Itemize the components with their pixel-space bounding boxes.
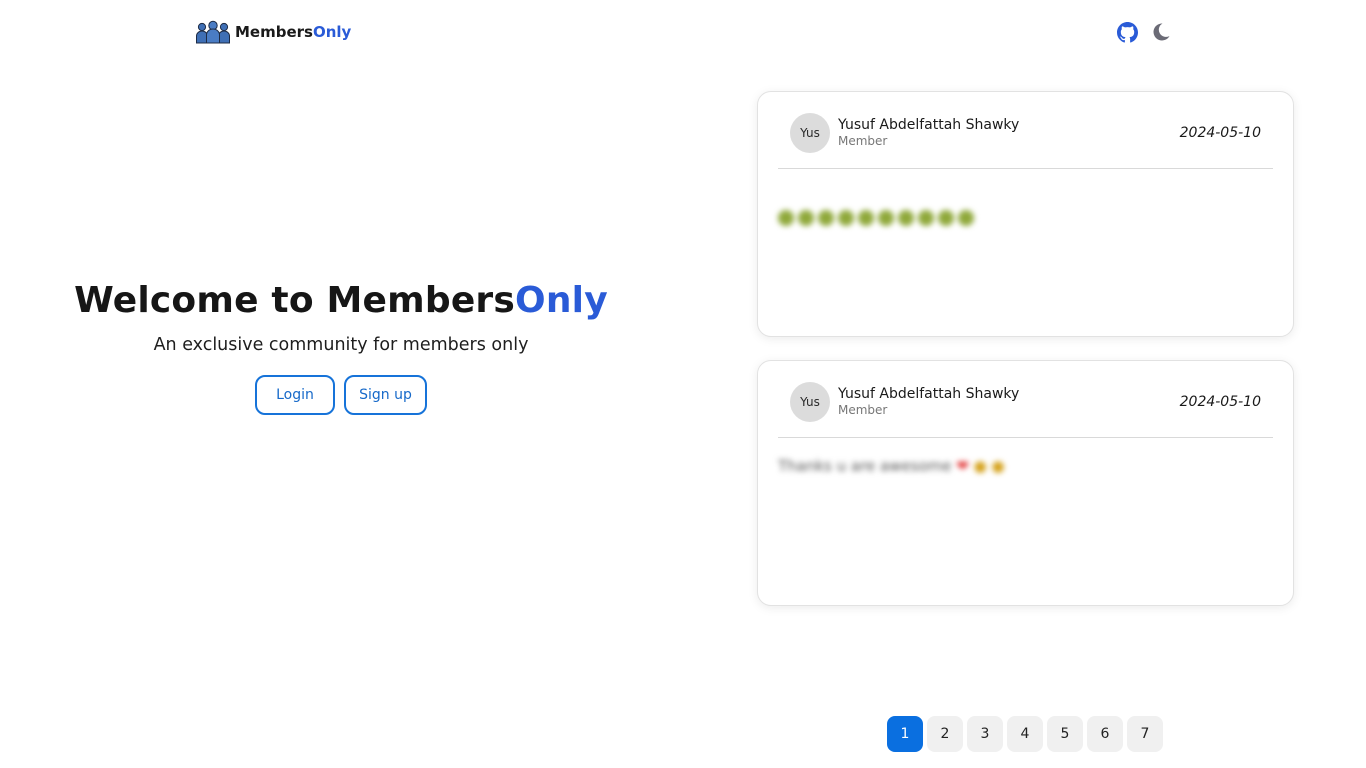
message-card: Yus Yusuf Abdelfattah Shawky Member 2024… (757, 91, 1294, 337)
emoji-icon (938, 210, 954, 226)
auth-actions: Login Sign up (60, 375, 622, 415)
message-date: 2024-05-10 (1179, 394, 1261, 410)
emoji-icon: ● (991, 457, 1005, 475)
signup-button[interactable]: Sign up (344, 375, 427, 415)
author-role: Member (838, 403, 888, 417)
pagination: 1 2 3 4 5 6 7 (887, 716, 1163, 752)
message-header: Yus Yusuf Abdelfattah Shawky Member 2024… (790, 381, 1261, 423)
login-button[interactable]: Login (255, 375, 335, 415)
message-date: 2024-05-10 (1179, 125, 1261, 141)
emoji-icon: ● (973, 457, 987, 475)
page-button-3[interactable]: 3 (967, 716, 1003, 752)
message-body: Thanks u are awesome ❤ ● ● (778, 457, 1005, 475)
github-link[interactable] (1116, 21, 1138, 43)
avatar: Yus (790, 382, 830, 422)
message-card: Yus Yusuf Abdelfattah Shawky Member 2024… (757, 360, 1294, 606)
avatar: Yus (790, 113, 830, 153)
message-text: Thanks u are awesome (778, 457, 952, 475)
page-button-2[interactable]: 2 (927, 716, 963, 752)
people-group-icon (196, 20, 230, 44)
author-name: Yusuf Abdelfattah Shawky (838, 386, 1020, 402)
page-button-5[interactable]: 5 (1047, 716, 1083, 752)
emoji-icon (958, 210, 974, 226)
emoji-icon (878, 210, 894, 226)
github-icon (1116, 21, 1138, 42)
author-name: Yusuf Abdelfattah Shawky (838, 117, 1020, 133)
emoji-icon (818, 210, 834, 226)
author-info: Yusuf Abdelfattah Shawky Member (838, 117, 1019, 149)
emoji-icon (838, 210, 854, 226)
page-button-6[interactable]: 6 (1087, 716, 1123, 752)
emoji-icon (918, 210, 934, 226)
moon-icon (1153, 23, 1170, 41)
emoji-icon (898, 210, 914, 226)
emoji-icon (858, 210, 874, 226)
emoji-icon (798, 210, 814, 226)
author-role: Member (838, 134, 888, 148)
page-title: Welcome to MembersOnly (74, 280, 608, 321)
emoji-icon (778, 210, 794, 226)
author-info: Yusuf Abdelfattah Shawky Member (838, 386, 1019, 418)
page-button-4[interactable]: 4 (1007, 716, 1043, 752)
divider (778, 437, 1273, 438)
header-actions (1116, 21, 1172, 43)
brand-logo[interactable]: MembersOnly (196, 20, 351, 44)
heart-icon: ❤ (956, 457, 969, 475)
page-button-1[interactable]: 1 (887, 716, 923, 752)
theme-toggle[interactable] (1150, 21, 1172, 43)
message-header: Yus Yusuf Abdelfattah Shawky Member 2024… (790, 112, 1261, 154)
page-button-7[interactable]: 7 (1127, 716, 1163, 752)
divider (778, 168, 1273, 169)
hero-section: Welcome to MembersOnly An exclusive comm… (60, 280, 622, 415)
brand-name: MembersOnly (235, 23, 352, 41)
message-body (778, 210, 974, 226)
hero-subtitle: An exclusive community for members only (153, 335, 529, 355)
emoji-row (778, 210, 974, 226)
